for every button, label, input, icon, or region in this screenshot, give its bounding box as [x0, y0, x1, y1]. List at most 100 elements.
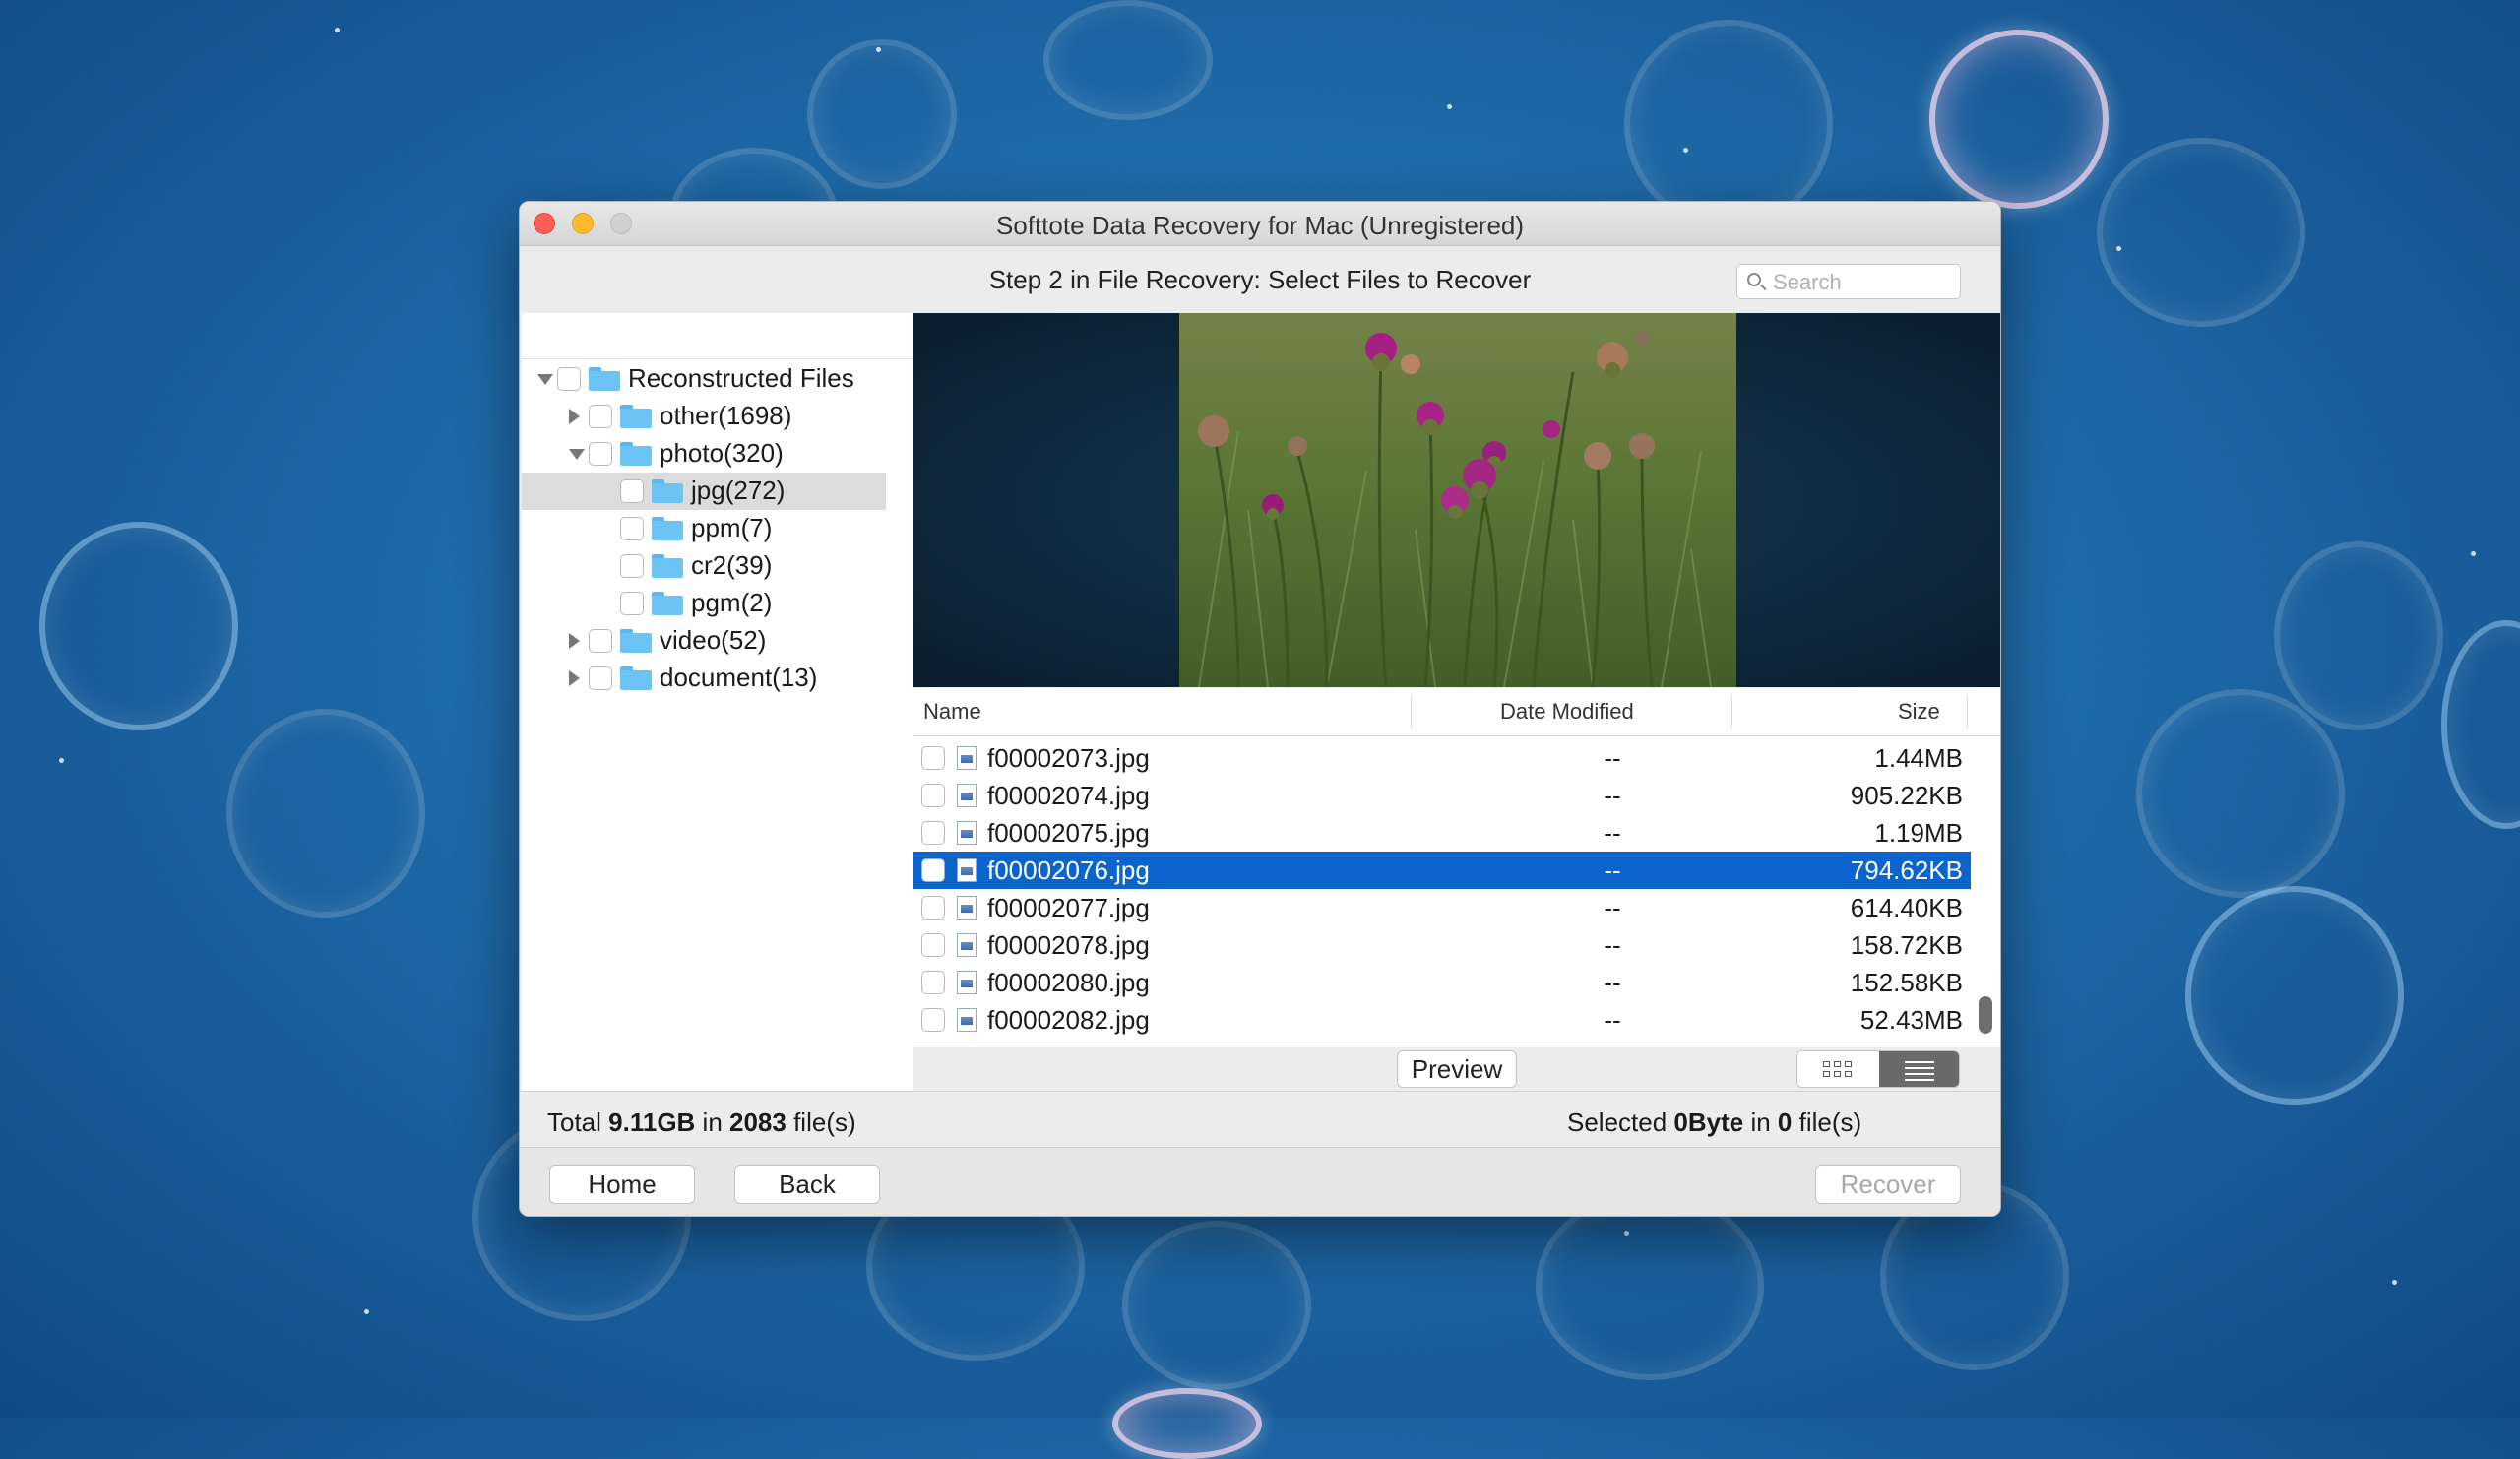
file-name: f00002076.jpg — [987, 856, 1150, 885]
tree-item-checkbox[interactable] — [620, 554, 644, 578]
column-header-date[interactable]: Date Modified — [1500, 699, 1634, 725]
bubble — [226, 709, 425, 918]
file-size: 794.62KB — [1850, 856, 1963, 885]
disclosure-expanded-icon[interactable] — [537, 374, 553, 385]
tree-item-checkbox[interactable] — [589, 442, 612, 466]
file-row[interactable]: f00002082.jpg -- 52.43MB — [914, 1001, 1971, 1039]
disclosure-collapsed-icon[interactable] — [569, 670, 580, 686]
file-size: 52.43MB — [1859, 1005, 1963, 1035]
file-row-checkbox[interactable] — [921, 821, 945, 845]
file-list-vertical-scrollbar[interactable] — [1979, 996, 1992, 1034]
bottom-button-bar: Home Back Recover — [520, 1147, 2000, 1216]
column-separator — [1731, 696, 1732, 728]
column-header-name[interactable]: Name — [923, 699, 981, 725]
tree-item[interactable]: ppm(7) — [522, 510, 886, 547]
file-row-checkbox[interactable] — [921, 933, 945, 957]
file-row-checkbox[interactable] — [921, 784, 945, 807]
file-row[interactable]: f00002077.jpg -- 614.40KB — [914, 889, 1971, 926]
tree-item[interactable]: document(13) — [522, 660, 886, 697]
jpg-file-icon — [957, 933, 976, 957]
file-row[interactable]: f00002073.jpg -- 1.44MB — [914, 739, 1971, 777]
title-bar[interactable]: Softtote Data Recovery for Mac (Unregist… — [520, 202, 2000, 246]
speck — [876, 47, 881, 52]
tree-item-label: ppm(7) — [691, 513, 773, 542]
tree-item-checkbox[interactable] — [620, 517, 644, 540]
tree-item-checkbox[interactable] — [589, 405, 612, 428]
grid-view-button[interactable] — [1797, 1051, 1879, 1087]
tree-item[interactable]: cr2(39) — [522, 547, 886, 585]
speck — [2392, 1280, 2397, 1285]
back-button[interactable]: Back — [734, 1165, 880, 1204]
home-button[interactable]: Home — [549, 1165, 695, 1204]
folder-icon — [652, 554, 683, 578]
folder-icon — [652, 479, 683, 503]
file-row-checkbox[interactable] — [921, 858, 945, 882]
tree-item-label: video(52) — [660, 625, 767, 655]
tree-item[interactable]: other(1698) — [522, 398, 886, 435]
tree-item-label: Reconstructed Files — [628, 363, 854, 393]
tree-item[interactable]: Reconstructed Files — [522, 360, 886, 398]
tree-item[interactable]: jpg(272) — [522, 473, 886, 510]
file-row[interactable]: f00002074.jpg -- 905.22KB — [914, 777, 1971, 814]
jpg-file-icon — [957, 821, 976, 845]
disclosure-expanded-icon[interactable] — [569, 449, 585, 460]
jpg-file-icon — [957, 971, 976, 994]
bubble — [807, 39, 957, 189]
search-input[interactable] — [1771, 269, 1958, 296]
search-box[interactable] — [1736, 264, 1961, 299]
selected-size: 0Byte — [1673, 1108, 1744, 1137]
speck — [59, 758, 64, 763]
file-row[interactable]: f00002080.jpg -- 152.58KB — [914, 964, 1971, 1001]
bubble — [1122, 1221, 1311, 1390]
step-header: Step 2 in File Recovery: Select Files to… — [520, 246, 2000, 313]
file-date-modified: -- — [1604, 1005, 1621, 1035]
file-name: f00002077.jpg — [987, 893, 1150, 922]
file-date-modified: -- — [1604, 743, 1621, 773]
file-row-checkbox[interactable] — [921, 1008, 945, 1032]
file-size: 905.22KB — [1850, 781, 1963, 810]
window-title: Softtote Data Recovery for Mac (Unregist… — [995, 211, 1525, 240]
total-size: 9.11GB — [608, 1108, 696, 1137]
tree-item-checkbox[interactable] — [589, 666, 612, 690]
tree-item-checkbox[interactable] — [620, 592, 644, 615]
total-summary: Total 9.11GB in 2083 file(s) — [547, 1108, 856, 1138]
file-name: f00002082.jpg — [987, 1005, 1150, 1035]
file-row[interactable]: f00002075.jpg -- 1.19MB — [914, 814, 1971, 852]
selected-mid: in — [1743, 1108, 1778, 1137]
tree-item-checkbox[interactable] — [589, 629, 612, 653]
tree-item[interactable]: pgm(2) — [522, 585, 886, 622]
search-icon — [1747, 273, 1761, 286]
selected-prefix: Selected — [1567, 1108, 1674, 1137]
file-list: Name Date Modified Size f00002073.jpg -- 1… — [914, 688, 2000, 1047]
speck — [335, 28, 340, 32]
file-size: 1.19MB — [1874, 818, 1963, 848]
disclosure-collapsed-icon[interactable] — [569, 633, 580, 649]
jpg-file-icon — [957, 746, 976, 770]
file-size: 158.72KB — [1850, 930, 1963, 960]
tree-item[interactable]: photo(320) — [522, 435, 886, 473]
tree-item-checkbox[interactable] — [557, 367, 581, 391]
file-name: f00002074.jpg — [987, 781, 1150, 810]
bubble — [2441, 620, 2520, 829]
file-row-checkbox[interactable] — [921, 746, 945, 770]
list-view-button[interactable] — [1879, 1051, 1959, 1087]
file-list-header: Name Date Modified Size — [914, 688, 2000, 736]
file-name: f00002073.jpg — [987, 743, 1150, 773]
disclosure-collapsed-icon[interactable] — [569, 409, 580, 424]
file-row-checkbox[interactable] — [921, 896, 945, 920]
recover-button[interactable]: Recover — [1815, 1165, 1961, 1204]
preview-button[interactable]: Preview — [1397, 1050, 1517, 1088]
file-row[interactable]: f00002076.jpg -- 794.62KB — [914, 852, 1971, 889]
file-row-checkbox[interactable] — [921, 971, 945, 994]
file-date-modified: -- — [1604, 893, 1621, 922]
jpg-file-icon — [957, 858, 976, 882]
tree-item[interactable]: video(52) — [522, 622, 886, 660]
column-header-size[interactable]: Size — [1898, 699, 1940, 725]
file-row[interactable]: f00002078.jpg -- 158.72KB — [914, 926, 1971, 964]
preview-toolbar: Preview — [914, 1047, 2000, 1091]
total-suffix: file(s) — [786, 1108, 856, 1137]
tree-item-checkbox[interactable] — [620, 479, 644, 503]
total-count: 2083 — [729, 1108, 787, 1137]
selected-suffix: file(s) — [1792, 1108, 1862, 1137]
tree-header — [522, 313, 914, 359]
